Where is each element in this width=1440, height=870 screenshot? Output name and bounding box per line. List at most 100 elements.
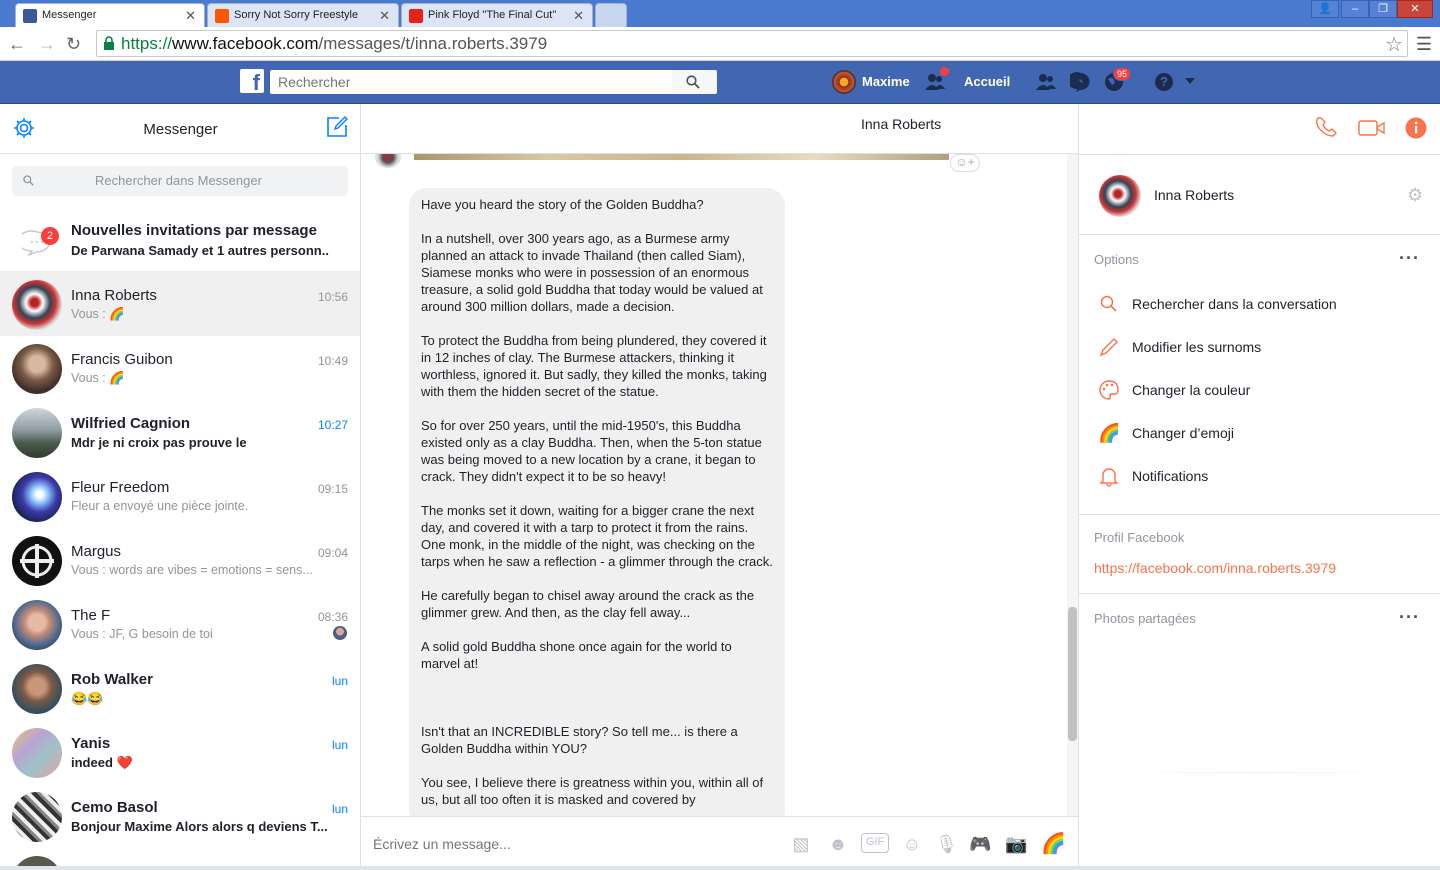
conversation-item[interactable]: Yanis indeed ❤️ lun	[0, 720, 360, 784]
compose-icon[interactable]	[325, 115, 349, 139]
option-notifications[interactable]: Notifications	[1094, 462, 1424, 492]
messenger-icon[interactable]	[1070, 71, 1092, 93]
message-time: 10:56	[317, 290, 348, 304]
pencil-icon	[1099, 338, 1118, 357]
contact-name: The F	[71, 607, 111, 624]
url-text: https://www.facebook.com/messages/t/inna…	[121, 34, 548, 53]
info-icon[interactable]	[1405, 117, 1427, 139]
conversation-item[interactable]: Inna Roberts Vous : 🌈 10:56	[0, 272, 360, 336]
help-icon[interactable]: ?	[1153, 71, 1175, 93]
bell-icon	[1099, 468, 1119, 487]
gear-icon[interactable]: ⚙	[1407, 185, 1423, 206]
option-edit-nicknames[interactable]: Modifier les surnoms	[1094, 333, 1424, 363]
emoji-icon[interactable]: ☺	[901, 833, 923, 855]
facebook-search-button[interactable]	[672, 70, 717, 94]
facebook-logo-icon[interactable]: f	[240, 69, 264, 93]
contact-name: Cemo Basol	[71, 799, 158, 816]
user-profile-icon[interactable]: 👤	[1311, 0, 1339, 18]
invites-subtitle: De Parwana Samady et 1 autres personn..	[71, 243, 329, 258]
contact-name: Wilfried Cagnion	[71, 415, 191, 432]
message-paragraph: Isn't that an INCREDIBLE story? So tell …	[421, 724, 738, 756]
close-tab-icon[interactable]: ✕	[185, 8, 196, 24]
chevron-down-icon[interactable]	[1184, 76, 1196, 86]
rainbow-icon: 🌈	[1098, 423, 1121, 443]
conversation-item[interactable]: Fleur Freedom Fleur a envoyé une pièce j…	[0, 464, 360, 528]
profile-link[interactable]: Maxime	[862, 74, 910, 89]
avatar	[12, 664, 62, 714]
seen-avatar-icon	[333, 626, 347, 640]
minimize-button[interactable]: –	[1341, 0, 1369, 18]
forward-arrow-icon[interactable]: →	[38, 34, 56, 55]
message-time: lun	[331, 802, 348, 816]
messenger-search-input[interactable]: Rechercher dans Messenger	[12, 166, 348, 196]
browser-menu-icon[interactable]: ☰	[1416, 34, 1432, 55]
message-snippet: Fleur a envoyé une pièce jointe.	[71, 499, 249, 513]
profile-section-title: Profil Facebook	[1094, 530, 1185, 545]
image-icon[interactable]: ▧	[790, 833, 812, 855]
reload-icon[interactable]: ↻	[66, 34, 81, 55]
option-change-emoji[interactable]: 🌈 Changer d’emoji	[1094, 419, 1424, 449]
message-snippet: Vous : 🌈	[71, 371, 125, 385]
option-label: Modifier les surnoms	[1132, 339, 1262, 355]
avatar[interactable]	[1099, 175, 1141, 217]
add-reaction-icon[interactable]: ☺+	[950, 154, 980, 172]
conversation-item[interactable]: Margus Vous : words are vibes = emotions…	[0, 528, 360, 592]
friends-icon[interactable]	[1035, 71, 1057, 93]
close-tab-icon[interactable]: ✕	[573, 8, 584, 24]
message-input[interactable]	[373, 836, 773, 852]
user-avatar[interactable]	[832, 70, 856, 94]
message-thread: ☺+ Have you heard the story of the Golde…	[361, 154, 1079, 816]
gif-icon[interactable]: GIF	[861, 833, 889, 853]
facebook-profile-link[interactable]: https://facebook.com/inna.roberts.3979	[1094, 560, 1336, 576]
search-placeholder: Rechercher dans Messenger	[95, 173, 262, 188]
bookmark-star-icon[interactable]: ☆	[1385, 32, 1403, 57]
game-controller-icon[interactable]: 🎮	[969, 833, 991, 855]
avatar	[375, 154, 401, 168]
option-search-conversation[interactable]: Rechercher dans la conversation	[1094, 290, 1424, 320]
message-requests-item[interactable]: 2 Nouvelles invitations par message De P…	[0, 212, 360, 272]
message-snippet: Vous : 🌈	[71, 307, 125, 321]
sticker-icon[interactable]: ☻	[827, 833, 849, 855]
conversation-item[interactable]: Wilfried Cagnion Mdr je ni croix pas pro…	[0, 400, 360, 464]
microphone-icon[interactable]: 🎙	[935, 833, 958, 855]
video-call-icon[interactable]	[1358, 119, 1386, 137]
facebook-top-bar: f Maxime Accueil 95 ?	[0, 61, 1440, 104]
message-snippet: indeed ❤️	[71, 755, 133, 770]
option-label: Changer la couleur	[1132, 382, 1251, 398]
browser-tab-messenger[interactable]: Messenger ✕	[15, 3, 205, 28]
divider	[1079, 593, 1440, 594]
browser-tab-soundcloud[interactable]: Sorry Not Sorry Freestyle ✕	[207, 3, 399, 27]
more-options-icon[interactable]: ···	[1399, 607, 1420, 628]
message-paragraph: You see, I believe there is greatness wi…	[421, 775, 764, 807]
restore-button[interactable]: ❐	[1369, 0, 1397, 18]
back-arrow-icon[interactable]: ←	[8, 34, 26, 55]
address-bar[interactable]: https://www.facebook.com/messages/t/inna…	[96, 30, 1408, 57]
conversation-list-panel: Messenger Rechercher dans Messenger 2 No…	[0, 104, 361, 870]
message-time: 08:36	[317, 610, 348, 624]
new-tab-button[interactable]	[595, 3, 627, 27]
browser-tab-youtube[interactable]: Pink Floyd "The Final Cut" ✕	[401, 3, 593, 27]
camera-icon[interactable]: 📷	[1005, 833, 1027, 855]
home-link[interactable]: Accueil	[964, 74, 1010, 89]
conversation-item[interactable]: Francis Guibon Vous : 🌈 10:49	[0, 336, 360, 400]
scrollbar-thumb[interactable]	[1068, 607, 1077, 741]
rainbow-emoji-send-icon[interactable]: 🌈	[1041, 833, 1066, 855]
avatar	[12, 280, 62, 330]
browser-titlebar: Messenger ✕ Sorry Not Sorry Freestyle ✕ …	[0, 0, 1440, 28]
phone-call-icon[interactable]	[1316, 116, 1338, 138]
option-change-color[interactable]: Changer la couleur	[1094, 376, 1424, 406]
conversation-item[interactable]: Rob Walker 😂😂 lun	[0, 656, 360, 720]
close-tab-icon[interactable]: ✕	[379, 8, 390, 24]
notification-count-badge: 95	[1113, 67, 1132, 81]
conversation-item[interactable]: The F Vous : JF, G besoin de toi 08:36	[0, 592, 360, 656]
conversation-item[interactable]: Cemo Basol Bonjour Maxime Alors alors q …	[0, 784, 360, 848]
search-icon	[686, 75, 700, 89]
avatar	[12, 344, 62, 394]
invites-count-badge: 2	[41, 227, 59, 245]
more-options-icon[interactable]: ···	[1399, 248, 1420, 269]
tab-title: Messenger	[42, 9, 97, 21]
message-time: 09:15	[317, 482, 348, 496]
close-window-button[interactable]: ✕	[1397, 0, 1433, 18]
facebook-search-input[interactable]	[270, 70, 672, 94]
message-paragraph: Have you heard the story of the Golden B…	[421, 197, 704, 212]
